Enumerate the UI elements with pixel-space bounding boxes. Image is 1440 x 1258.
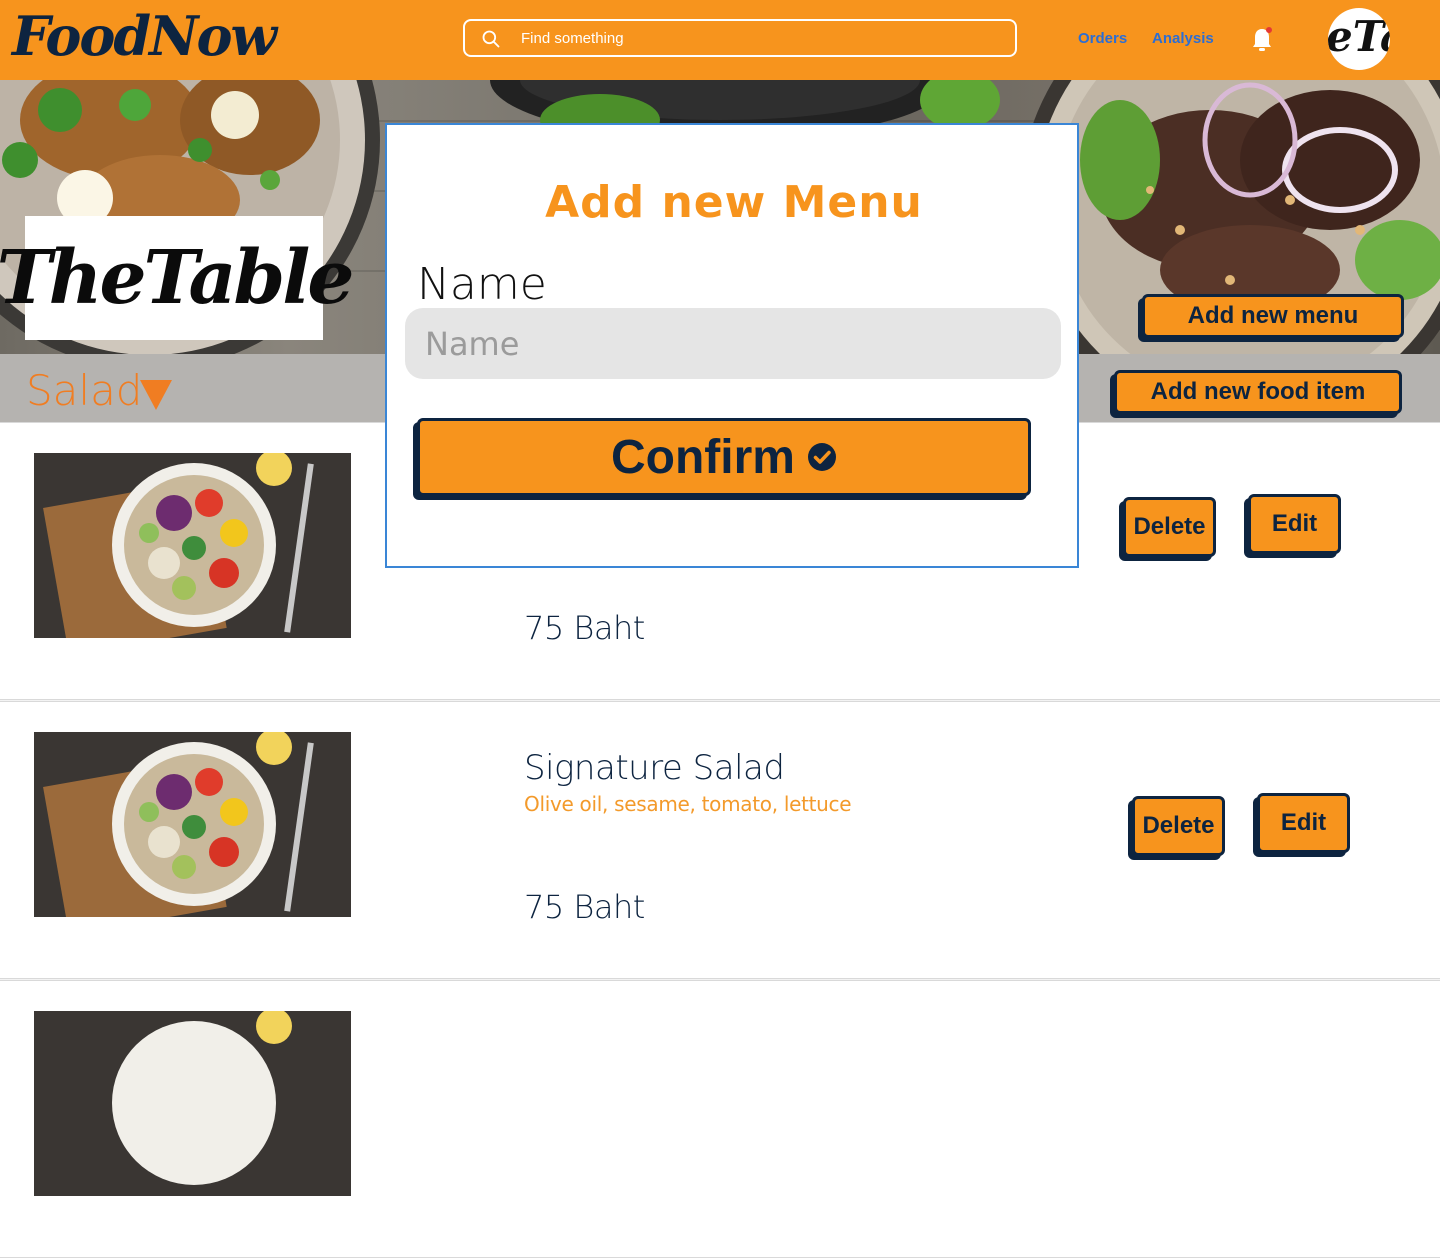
search-input[interactable] — [521, 21, 1001, 55]
check-circle-icon — [807, 443, 836, 471]
confirm-button[interactable]: Confirm — [417, 418, 1031, 496]
search-icon — [482, 30, 500, 48]
menu-name-input[interactable] — [405, 308, 1061, 379]
add-new-food-item-button[interactable]: Add new food item — [1114, 370, 1402, 414]
user-avatar[interactable]: eTa — [1328, 8, 1390, 70]
food-price: 75 Baht — [524, 609, 645, 647]
salad-bowl-image — [34, 1011, 351, 1196]
restaurant-brand-text: TheTable — [0, 235, 354, 321]
food-image — [34, 732, 351, 917]
food-image — [34, 453, 351, 638]
food-name: Signature Salad — [524, 748, 785, 788]
search-box[interactable] — [463, 19, 1017, 57]
salad-bowl-image — [34, 453, 351, 638]
nav-analysis[interactable]: Analysis — [1152, 30, 1214, 47]
edit-button[interactable]: Edit — [1248, 494, 1341, 554]
restaurant-brand: TheTable — [0, 216, 354, 340]
confirm-label: Confirm — [611, 430, 795, 484]
name-label: Name — [417, 259, 547, 310]
delete-button[interactable]: Delete — [1123, 497, 1216, 557]
bell-icon[interactable] — [1250, 26, 1274, 54]
add-new-menu-button[interactable]: Add new menu — [1142, 294, 1404, 338]
top-header: FoodNow Orders Analysis eTa — [0, 0, 1440, 80]
edit-button[interactable]: Edit — [1257, 793, 1350, 853]
food-row — [0, 980, 1440, 1258]
delete-button[interactable]: Delete — [1132, 796, 1225, 856]
app-logo[interactable]: FoodNow — [12, 4, 277, 68]
add-menu-modal: Add new Menu Name Confirm — [385, 123, 1079, 568]
food-description: Olive oil, sesame, tomato, lettuce — [524, 792, 852, 816]
nav-orders[interactable]: Orders — [1078, 30, 1127, 47]
category-title[interactable]: Salad — [26, 366, 142, 415]
food-image — [34, 1011, 351, 1196]
chevron-down-icon[interactable] — [140, 380, 172, 410]
modal-title: Add new Menu — [545, 177, 923, 228]
food-row: Signature Salad Olive oil, sesame, tomat… — [0, 701, 1440, 979]
food-price: 75 Baht — [524, 888, 645, 926]
salad-bowl-image — [34, 732, 351, 917]
avatar-text: eTa — [1328, 12, 1390, 61]
